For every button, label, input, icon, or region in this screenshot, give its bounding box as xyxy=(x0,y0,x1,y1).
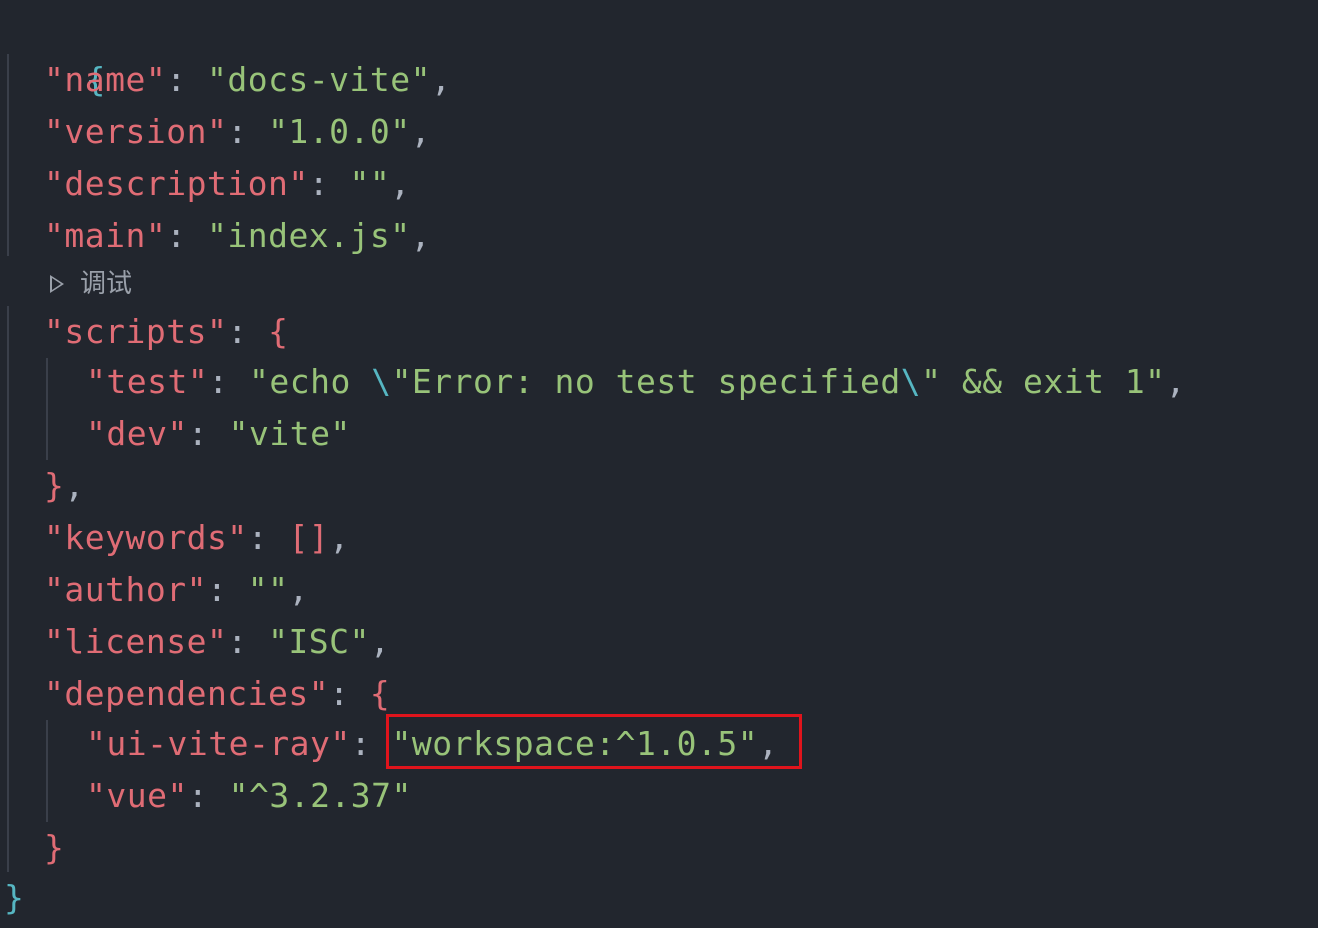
code-line-dev: "dev": "vite" xyxy=(86,408,351,460)
json-string-value: "vite" xyxy=(228,414,351,453)
comma: , xyxy=(410,112,432,151)
code-line-description: "description": "", xyxy=(44,158,411,210)
json-string-value: "" xyxy=(349,164,391,203)
open-brace: { xyxy=(369,674,391,713)
code-line-name: "name": "docs-vite", xyxy=(44,54,451,106)
code-line-main: "main": "index.js", xyxy=(44,210,431,262)
colon: : xyxy=(227,312,269,351)
close-brace: } xyxy=(44,466,65,505)
play-icon xyxy=(50,275,64,293)
code-line-close-brace: } xyxy=(4,872,24,924)
code-editor[interactable]: { "name": "docs-vite", "version": "1.0.0… xyxy=(0,0,1318,928)
json-string-value: "1.0.0" xyxy=(268,112,411,151)
indent-guide-dependencies xyxy=(46,720,48,822)
code-line-open-brace: { xyxy=(4,2,106,99)
comma: , xyxy=(431,60,452,99)
close-brace: } xyxy=(4,878,25,917)
code-line-dependencies-close: } xyxy=(44,822,64,874)
indent-guide-root-2 xyxy=(7,306,9,872)
debug-codelens-label: 调试 xyxy=(80,269,133,299)
json-key: "dependencies" xyxy=(44,674,330,713)
json-key: "author" xyxy=(44,570,207,609)
json-key: "version" xyxy=(44,112,228,151)
comma: , xyxy=(410,216,432,255)
json-key: "vue" xyxy=(86,776,188,815)
json-string-value: "Error: no test specified xyxy=(391,362,901,401)
json-key: "dev" xyxy=(86,414,188,453)
highlight-annotation-box xyxy=(386,714,802,769)
json-key: "description" xyxy=(44,164,309,203)
json-array-value: [] xyxy=(288,518,330,557)
close-brace: } xyxy=(44,828,65,867)
json-string-value: "echo xyxy=(248,362,372,401)
colon: : xyxy=(227,622,269,661)
json-string-value: "index.js" xyxy=(206,216,411,255)
comma: , xyxy=(369,622,391,661)
indent-guide-scripts xyxy=(46,358,48,460)
code-line-author: "author": "", xyxy=(44,564,309,616)
comma: , xyxy=(390,164,411,203)
open-brace: { xyxy=(268,312,289,351)
json-key: "scripts" xyxy=(44,312,228,351)
json-string-value: "docs-vite" xyxy=(206,60,432,99)
json-key: "name" xyxy=(44,60,167,99)
json-string-value: "^3.2.37" xyxy=(228,776,412,815)
colon: : xyxy=(329,674,370,713)
comma: , xyxy=(288,570,309,609)
comma: , xyxy=(329,518,350,557)
code-line-scripts-close: }, xyxy=(44,460,85,512)
json-string-value: " && exit 1" xyxy=(921,362,1166,401)
comma: , xyxy=(1165,362,1186,401)
comma: , xyxy=(64,466,85,505)
json-key: "ui-vite-ray" xyxy=(86,724,351,763)
json-string-value: "" xyxy=(247,570,289,609)
colon: : xyxy=(308,164,350,203)
colon: : xyxy=(208,362,249,401)
json-string-value: "ISC" xyxy=(268,622,370,661)
colon: : xyxy=(227,112,269,151)
code-line-scripts: "scripts": { xyxy=(44,306,288,358)
colon: : xyxy=(187,776,229,815)
json-key: "test" xyxy=(86,362,209,401)
escape-char: \ xyxy=(900,362,922,401)
code-line-license: "license": "ISC", xyxy=(44,616,390,668)
code-line-keywords: "keywords": [], xyxy=(44,512,350,564)
json-key: "main" xyxy=(44,216,167,255)
code-line-dependencies: "dependencies": { xyxy=(44,668,390,720)
colon: : xyxy=(166,60,207,99)
code-line-test: "test": "echo \"Error: no test specified… xyxy=(86,356,1186,408)
colon: : xyxy=(247,518,289,557)
escape-char: \ xyxy=(371,362,392,401)
colon: : xyxy=(187,414,229,453)
colon: : xyxy=(166,216,207,255)
json-key: "keywords" xyxy=(44,518,248,557)
colon: : xyxy=(206,570,248,609)
code-line-vue: "vue": "^3.2.37" xyxy=(86,770,412,822)
json-key: "license" xyxy=(44,622,228,661)
code-line-version: "version": "1.0.0", xyxy=(44,106,431,158)
debug-codelens[interactable]: 调试 xyxy=(50,262,132,306)
